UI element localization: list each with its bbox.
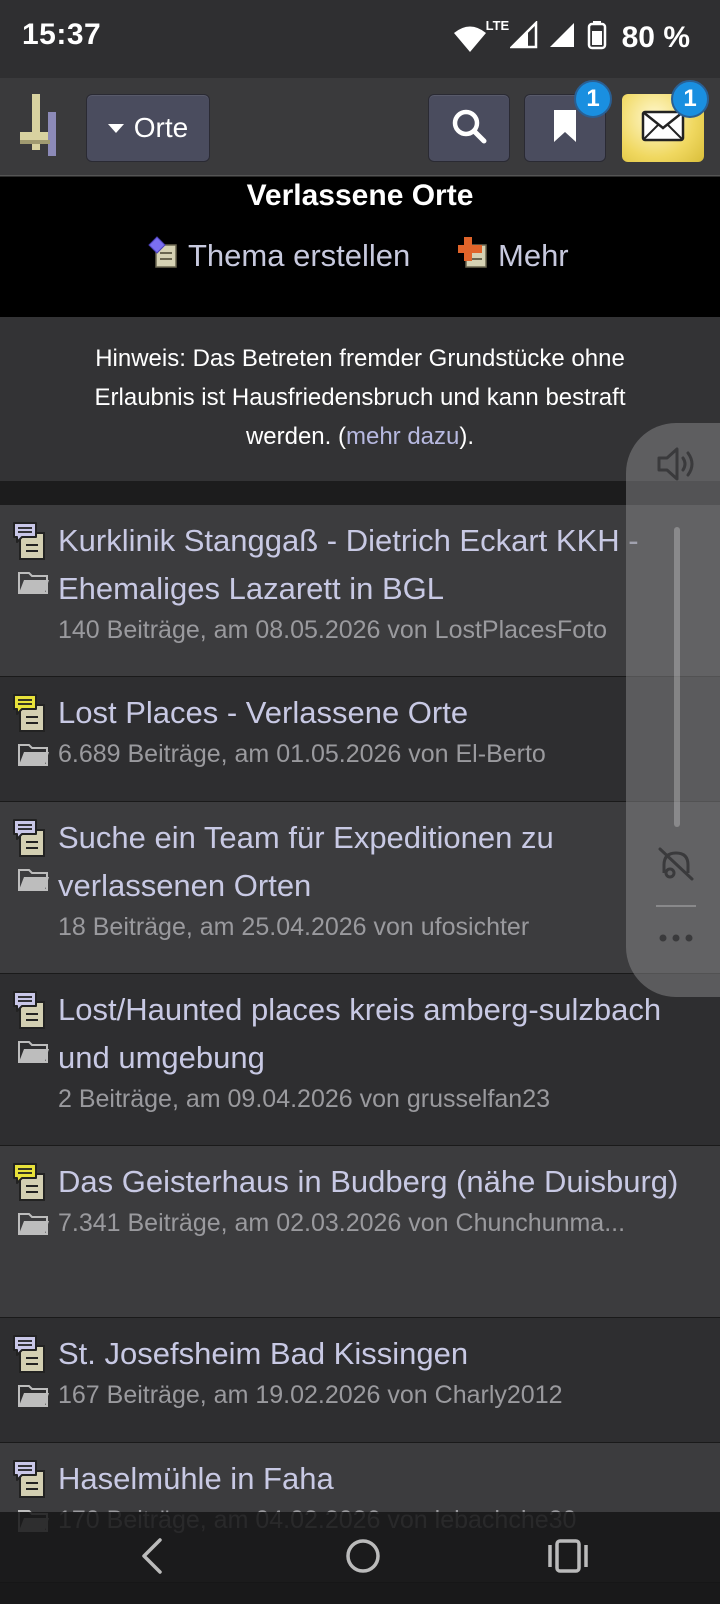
- topic-title[interactable]: Lost Places - Verlassene Orte: [0, 677, 720, 737]
- create-topic-button[interactable]: Thema erstellen: [148, 235, 410, 277]
- more-label: Mehr: [498, 238, 569, 273]
- status-icons: LTE 80 %: [452, 18, 690, 55]
- signal-icon: [548, 21, 576, 54]
- volume-icon[interactable]: [656, 445, 698, 488]
- topic-meta: 140 Beiträge, am 08.05.2026 von LostPlac…: [58, 616, 607, 644]
- folder-icon: [18, 1210, 50, 1241]
- folder-icon: [18, 1382, 50, 1413]
- messages-badge: 1: [671, 80, 709, 118]
- topic-meta: 18 Beiträge, am 25.04.2026 von ufosichte…: [58, 913, 530, 941]
- topic-meta: 7.341 Beiträge, am 02.03.2026 von Chunch…: [58, 1209, 626, 1237]
- create-topic-icon: [148, 235, 180, 277]
- topic-row[interactable]: Das Geisterhaus in Budberg (nähe Duisbur…: [0, 1146, 720, 1318]
- system-nav-bar: [0, 1512, 720, 1604]
- notice-text: Hinweis: Das Betreten fremder Grundstück…: [50, 339, 670, 456]
- home-icon[interactable]: [343, 1536, 383, 1581]
- topic-title[interactable]: Lost/Haunted places kreis amberg-sulzbac…: [0, 974, 720, 1082]
- topic-title[interactable]: St. Josefsheim Bad Kissingen: [0, 1318, 720, 1378]
- page-title: Verlassene Orte: [246, 179, 474, 212]
- recents-icon[interactable]: [548, 1536, 588, 1581]
- section-dropdown-label: Orte: [133, 112, 189, 143]
- volume-panel: [626, 423, 720, 997]
- envelope-icon: [641, 110, 685, 147]
- topic-icon: [12, 521, 48, 566]
- hot-topic-icon: [12, 1162, 48, 1207]
- topic-meta: 6.689 Beiträge, am 01.05.2026 von El-Ber…: [58, 740, 546, 768]
- wifi-icon: LTE: [452, 18, 509, 54]
- app-bar: Orte 1 1: [0, 78, 720, 176]
- bookmarks-badge: 1: [574, 80, 612, 118]
- hot-topic-icon: [12, 693, 48, 738]
- topic-title[interactable]: Das Geisterhaus in Budberg (nähe Duisbur…: [0, 1146, 720, 1206]
- bookmark-icon: [552, 108, 578, 149]
- notice-more-link[interactable]: mehr dazu: [346, 423, 459, 450]
- topic-list: Kurklinik Stanggaß - Dietrich Eckart KKH…: [0, 505, 720, 1583]
- create-topic-label: Thema erstellen: [188, 238, 411, 273]
- lte-label: LTE: [485, 17, 510, 33]
- status-time: 15:37: [22, 18, 102, 51]
- topic-icon: [12, 818, 48, 863]
- signal-icon: [508, 19, 538, 54]
- folder-icon: [18, 569, 50, 600]
- panel-separator: [656, 905, 696, 907]
- forum-header: Verlassene Orte Thema erstellen Mehr: [0, 177, 720, 317]
- caret-down-icon: [107, 123, 124, 133]
- topic-row[interactable]: Lost Places - Verlassene Orte 6.689 Beitr…: [0, 677, 720, 802]
- topic-row[interactable]: St. Josefsheim Bad Kissingen 167 Beiträge…: [0, 1318, 720, 1443]
- mute-notification-icon[interactable]: [656, 843, 696, 888]
- folder-icon: [18, 1038, 50, 1069]
- battery-percent: 80 %: [621, 20, 690, 54]
- plus-icon: [458, 235, 490, 277]
- divider: [0, 481, 720, 505]
- topic-icon: [12, 1459, 48, 1504]
- more-button[interactable]: Mehr: [458, 235, 569, 277]
- topic-icon: [12, 1334, 48, 1379]
- battery-icon: [586, 20, 608, 55]
- topic-title[interactable]: Haselmühle in Faha: [0, 1443, 720, 1503]
- topic-icon: [12, 990, 48, 1035]
- search-icon: [450, 107, 488, 150]
- topic-row[interactable]: Lost/Haunted places kreis amberg-sulzbac…: [0, 974, 720, 1146]
- folder-icon: [18, 866, 50, 897]
- topic-title[interactable]: Suche ein Team für Expeditionen zu verla…: [0, 802, 720, 910]
- back-icon[interactable]: [140, 1536, 164, 1581]
- volume-slider[interactable]: [674, 527, 680, 827]
- more-options-icon[interactable]: [658, 931, 694, 949]
- notice-text-end: ).: [459, 423, 475, 450]
- topic-row[interactable]: Suche ein Team für Expeditionen zu verla…: [0, 802, 720, 974]
- topic-meta: 2 Beiträge, am 09.04.2026 von grusselfan…: [58, 1085, 551, 1113]
- folder-icon: [18, 741, 50, 772]
- site-logo[interactable]: [20, 94, 66, 158]
- section-dropdown-button[interactable]: Orte: [86, 94, 210, 162]
- status-bar: 15:37 LTE 80 %: [0, 0, 720, 78]
- notice-box: Hinweis: Das Betreten fremder Grundstück…: [0, 317, 720, 481]
- topic-row[interactable]: Kurklinik Stanggaß - Dietrich Eckart KKH…: [0, 505, 720, 677]
- topic-meta: 167 Beiträge, am 19.02.2026 von Charly20…: [58, 1381, 563, 1409]
- topic-title[interactable]: Kurklinik Stanggaß - Dietrich Eckart KKH…: [0, 505, 720, 613]
- search-button[interactable]: [428, 94, 510, 162]
